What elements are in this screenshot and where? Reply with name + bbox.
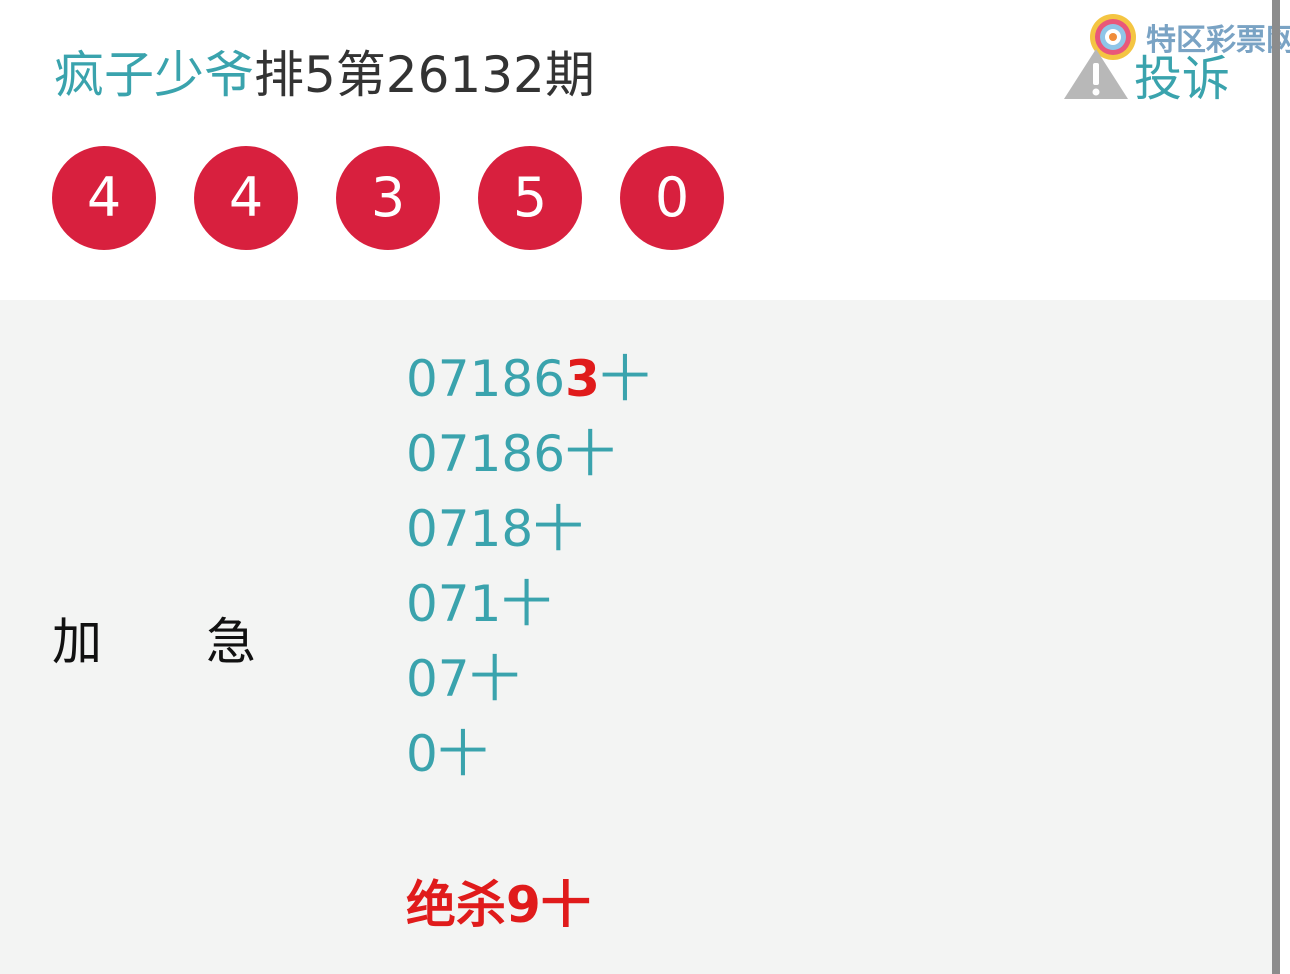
tens-line-base: 07186 [406,425,566,483]
author-name[interactable]: 疯子少爷 [54,46,254,104]
tens-line: 07十 [406,642,650,717]
draw-balls: 4 4 3 5 0 [52,146,762,250]
tens-line: 07186十 [406,417,650,492]
tens-line-base: 071 [406,575,502,633]
scrollbar[interactable] [1272,0,1280,974]
tens-line: 0718十 [406,492,650,567]
page-title: 疯子少爷排5第26132期 [54,40,595,110]
tens-line-base: 07186 [406,350,566,408]
draw-ball: 5 [478,146,582,250]
tens-lines: 071863十 07186十 0718十 071十 07十 0十 [406,342,650,792]
header: 疯子少爷排5第26132期 特区彩票网 投诉 4 4 3 5 0 [0,0,1290,300]
tens-line-base: 07 [406,650,470,708]
tens-line-suffix: 十 [437,725,488,783]
tens-line-suffix: 十 [501,575,552,633]
warning-icon [1064,49,1128,99]
page: 疯子少爷排5第26132期 特区彩票网 投诉 4 4 3 5 0 加 急 071… [0,0,1290,974]
tens-line-base: 0 [406,725,438,783]
draw-ball: 0 [620,146,724,250]
tens-line: 0十 [406,717,650,792]
tens-line-suffix: 十 [565,425,616,483]
draw-ball: 4 [194,146,298,250]
kill-line: 绝杀9十 [406,876,591,934]
issue-label: 排5第26132期 [254,46,595,104]
tens-line-base: 0718 [406,500,534,558]
tag-label: 急 [206,613,256,671]
tens-line: 071十 [406,567,650,642]
draw-ball: 3 [336,146,440,250]
tens-line: 071863十 [406,342,650,417]
draw-ball: 4 [52,146,156,250]
complain-label: 投诉 [1134,51,1231,107]
tens-line-suffix: 十 [469,650,520,708]
tens-line-highlight: 3 [565,350,600,408]
tag-label: 加 [52,613,102,671]
complain-button[interactable]: 投诉 [1062,44,1230,107]
tens-line-suffix: 十 [533,500,584,558]
tens-line-suffix: 十 [599,350,650,408]
